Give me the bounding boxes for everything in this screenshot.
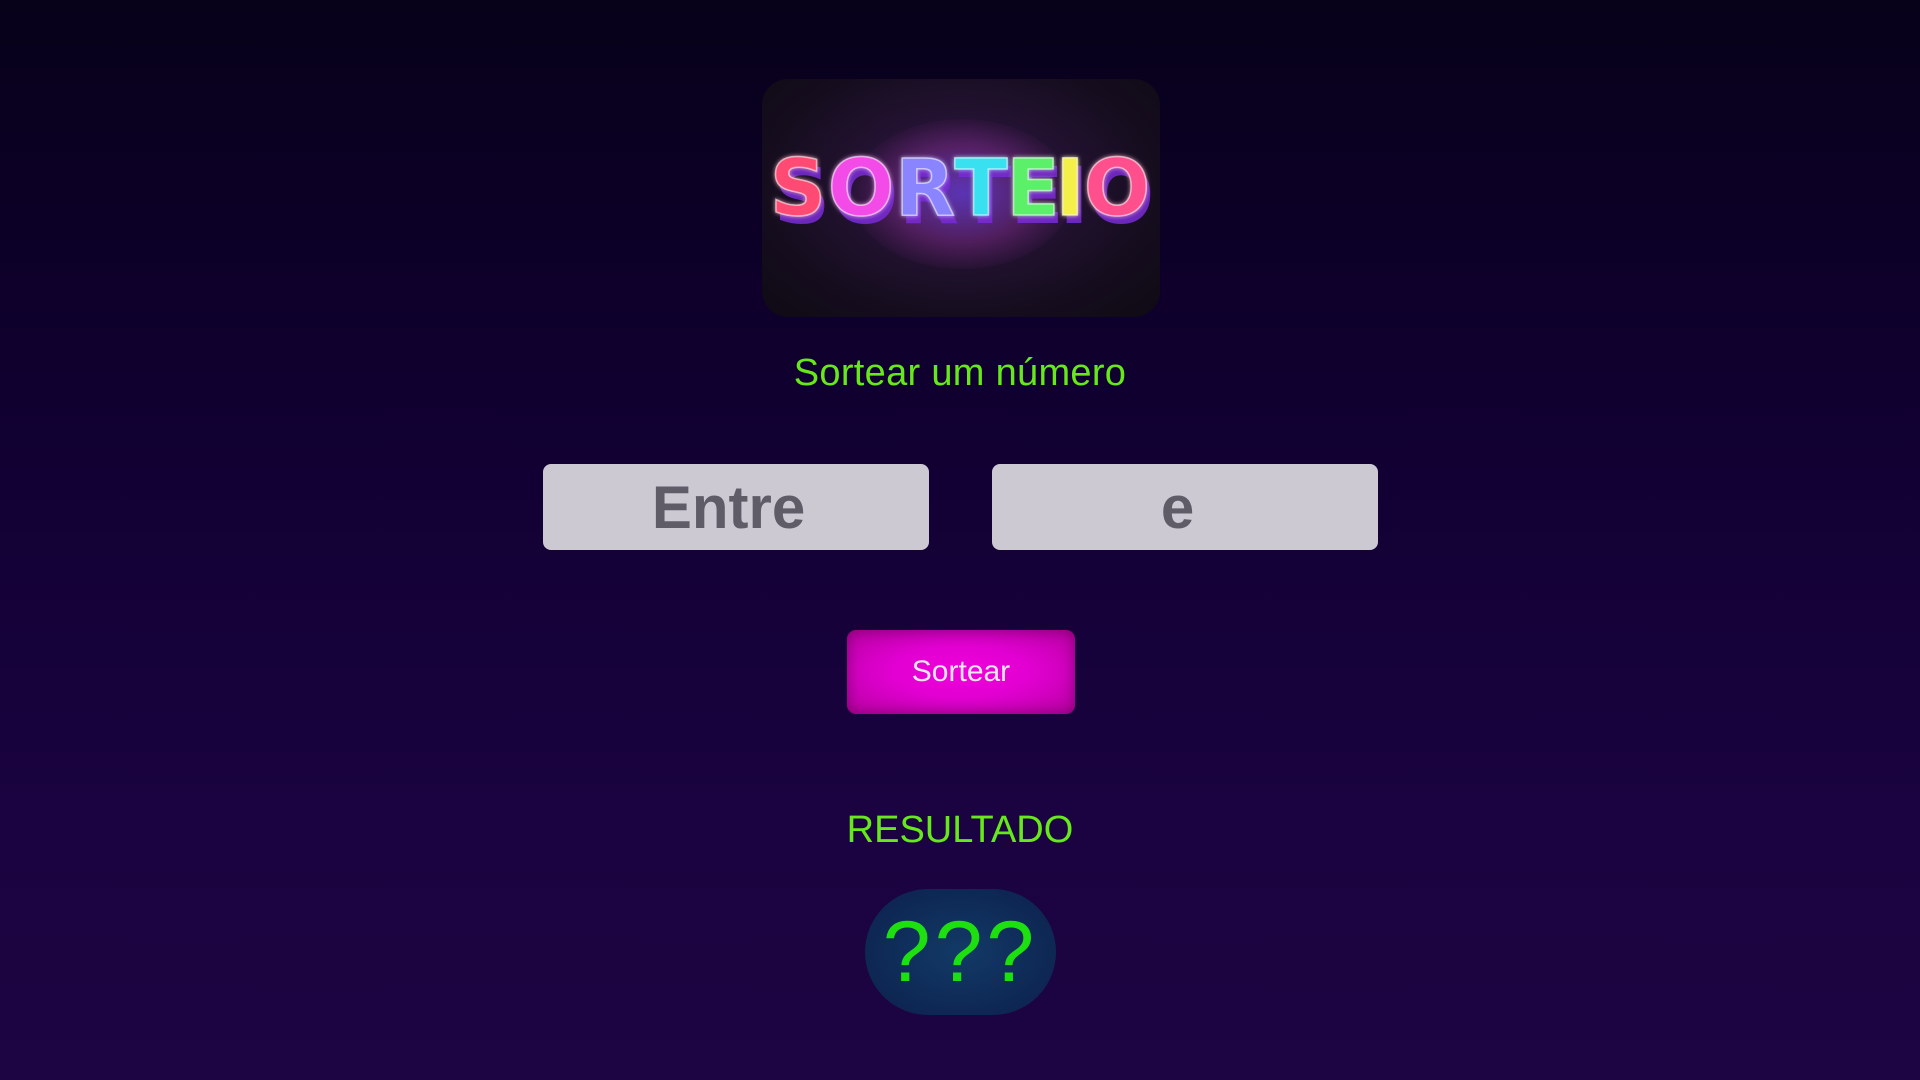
result-label: RESULTADO [846, 809, 1074, 851]
logo-letter: O [1084, 144, 1150, 234]
result-display: ??? [865, 889, 1056, 1015]
range-min-input[interactable] [543, 464, 929, 550]
range-max-input[interactable] [992, 464, 1378, 550]
draw-button[interactable]: Sortear [847, 630, 1075, 714]
page-subtitle: Sortear um número [793, 352, 1127, 394]
logo-letter: I [1055, 144, 1084, 234]
app-page: SSOORRTTEEIIOO Sortear um número Sortear… [0, 0, 1920, 1080]
logo-letter: O [828, 144, 894, 234]
logo-letter: S [770, 144, 826, 234]
result-value: ??? [882, 904, 1039, 1000]
logo-letter: T [954, 144, 1007, 234]
logo-letter: E [1006, 144, 1059, 234]
logo-card: SSOORRTTEEIIOO [762, 79, 1160, 317]
sorteio-logo: SS OO RR TT EE II OO [769, 143, 1154, 242]
logo-letter: R [895, 144, 955, 234]
